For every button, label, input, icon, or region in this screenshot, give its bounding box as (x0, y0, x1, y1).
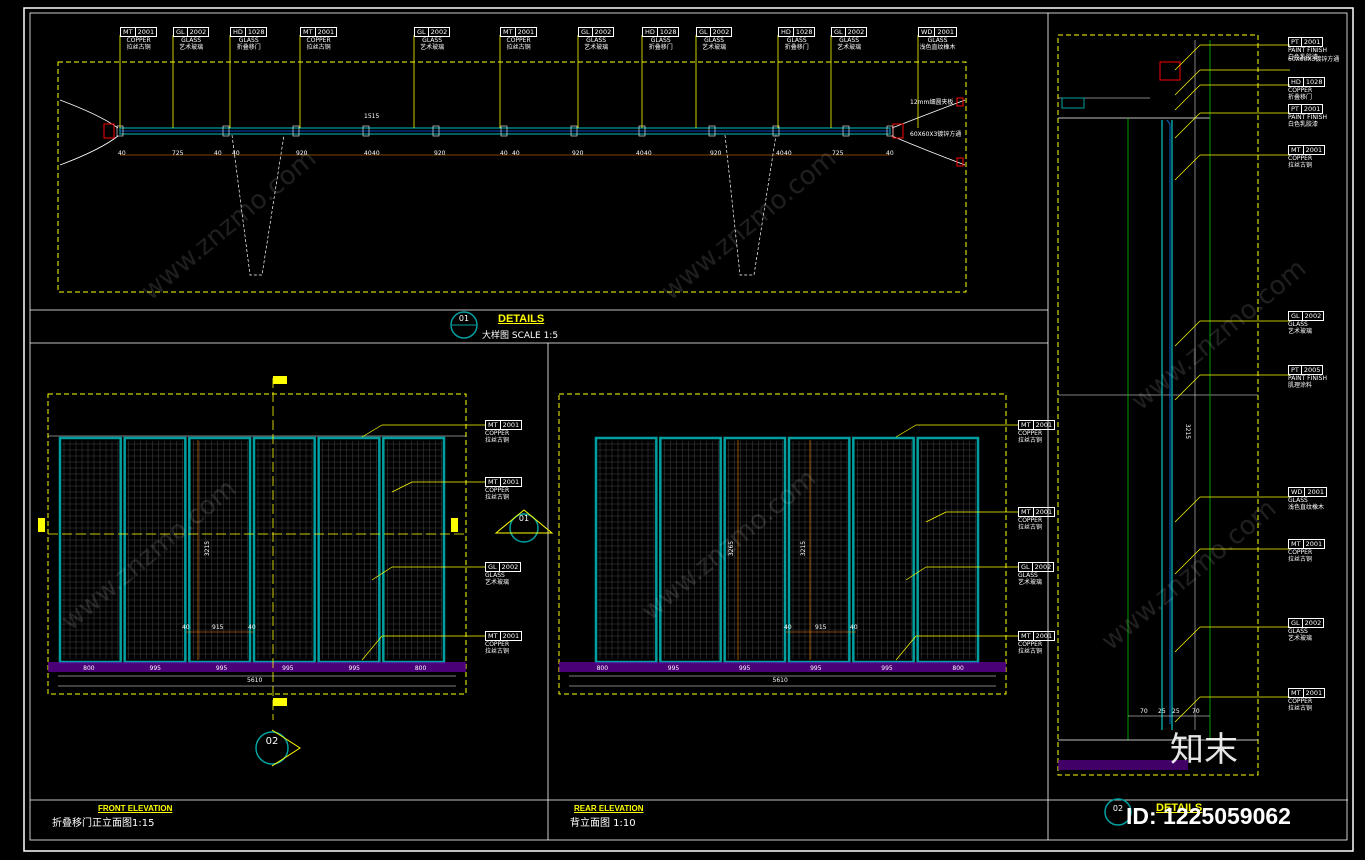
rear-bottom-dim-0: 800 (596, 665, 609, 672)
front-inner-dim-2: 40 (248, 624, 256, 631)
plan-tag-11: WD 2001 GLASS 浅色直纹橡木 (918, 27, 957, 51)
rear-tag-3: MT 2001 COPPER 拉丝古铜 (1018, 631, 1056, 655)
front-bottom-dim-2: 995 (215, 665, 228, 672)
plan-tag-0: MT 2001 COPPER 拉丝古铜 (120, 27, 158, 51)
section-tag-9: GL 2002 GLASS 艺术玻璃 (1288, 618, 1325, 642)
plan-tag-3: MT 2001 COPPER 拉丝古铜 (300, 27, 338, 51)
rear-tag-2: GL 2002 GLASS 艺术玻璃 (1018, 562, 1055, 586)
plan-dim-13: 920 (710, 150, 722, 157)
plan-title-cn: 大样图 SCALE 1:5 (482, 331, 559, 341)
plan-dim-0: 40 (118, 150, 126, 157)
section-tag-1: 60X60X3镀锌方通 (1288, 56, 1340, 63)
plan-dim-7: 920 (434, 150, 446, 157)
rear-bottom-dim-5: 800 (952, 665, 964, 672)
plan-tag-4: GL 2002 GLASS 艺术玻璃 (414, 27, 451, 51)
section-bottom-dim-3: 70 (1192, 708, 1200, 715)
plan-tag-7: HD 1028 GLASS 折叠移门 (642, 27, 680, 51)
rear-title-cn: 背立面图 1:10 (570, 818, 636, 829)
rear-tag-1: MT 2001 COPPER 拉丝古铜 (1018, 507, 1056, 531)
plan-dim-1: 725 (172, 150, 184, 157)
plan-callout-number: 01 (458, 314, 470, 323)
rear-inner-dim-2: 40 (850, 624, 858, 631)
plan-dim-10: 920 (572, 150, 584, 157)
plan-dim-9: 40 (512, 150, 520, 157)
plan-dim-12: 40 (644, 150, 652, 157)
front-bottom-dim-5: 800 (414, 665, 427, 672)
brand-logo: 知末 (1170, 730, 1238, 770)
plan-dim-11: 40 (636, 150, 644, 157)
front-title-cn: 折叠移门正立面图1:15 (52, 818, 155, 829)
plan-tag-5: MT 2001 COPPER 拉丝古铜 (500, 27, 538, 51)
front-tag-3: MT 2001 COPPER 拉丝古铜 (485, 631, 523, 655)
section-height-dim: 3215 (1184, 423, 1192, 440)
section-tag-8: MT 2001 COPPER 拉丝古铜 (1288, 539, 1326, 563)
plan-dim-2: 40 (214, 150, 222, 157)
plan-dim-15: 40 (784, 150, 792, 157)
front-inner-dim-0: 40 (182, 624, 190, 631)
rear-bottom-dim-2: 995 (738, 665, 751, 672)
front-tag-1: MT 2001 COPPER 拉丝古铜 (485, 477, 523, 501)
front-callout-number: 02 (265, 736, 279, 747)
front-tag-0: MT 2001 COPPER 拉丝古铜 (485, 420, 523, 444)
front-bottom-dim-3: 995 (282, 665, 294, 672)
cad-drawing-sheet: MT 2001 COPPER 拉丝古铜 GL 2002 GLASS 艺术玻璃 HD 1028 GLA… (0, 0, 1365, 856)
plan-tag-9: HD 1028 GLASS 折叠移门 (778, 27, 816, 51)
rear-bottom-dim-1: 995 (667, 665, 680, 672)
plan-tag-2: HD 1028 GLASS 折叠移门 (230, 27, 268, 51)
section-tag-5: GL 2002 GLASS 艺术玻璃 (1288, 311, 1325, 335)
image-id: ID: 1225059062 (1126, 803, 1291, 829)
plan-tag-8: GL 2002 GLASS 艺术玻璃 (696, 27, 733, 51)
rear-bottom-dim-3: 995 (810, 665, 822, 672)
plan-dim-5: 40 (364, 150, 372, 157)
front-bottom-dim-0: 800 (83, 665, 95, 672)
plan-dim-14: 40 (776, 150, 784, 157)
section-bottom-dim-2: 25 (1172, 708, 1180, 715)
front-total-dim: 5610 (247, 677, 263, 684)
front-bottom-dim-4: 995 (348, 665, 360, 672)
front-inner-dim-1: 915 (212, 624, 224, 631)
rear-inner-dim-1: 915 (815, 624, 827, 631)
section-panel (1057, 34, 1259, 826)
plan-note-1: 12mm细圆夹板 (910, 99, 954, 106)
plan-note-2: 60X60X3镀锌方通 (910, 131, 962, 138)
rear-inner-dim-0: 40 (784, 624, 792, 631)
plan-tag-6: GL 2002 GLASS 艺术玻璃 (578, 27, 615, 51)
drawing-canvas (23, 7, 1354, 852)
rear-elevation (558, 393, 1007, 695)
section-bottom-dim-1: 25 (1158, 708, 1166, 715)
section-tag-4: MT 2001 COPPER 拉丝古铜 (1288, 145, 1326, 169)
plan-tag-10: GL 2002 GLASS 艺术玻璃 (831, 27, 868, 51)
section-tag-2: HD 1028 COPPER 折叠移门 (1288, 77, 1326, 101)
front-section-callout: 01 (518, 514, 530, 523)
front-title-en: FRONT ELEVATION (98, 804, 173, 813)
plan-small-dim: 1515 (364, 113, 380, 120)
plan-dim-3: 40 (232, 150, 240, 157)
rear-bottom-dim-4: 995 (881, 665, 893, 672)
section-tag-3: PT 2001 PAINT FINISH 白色乳胶漆 (1288, 104, 1327, 128)
rear-height-dim-2: 3215 (800, 540, 808, 557)
section-tag-7: WD 2001 GLASS 浅色直纹橡木 (1288, 487, 1327, 511)
rear-tag-0: MT 2001 COPPER 拉丝古铜 (1018, 420, 1056, 444)
section-bottom-dim-0: 70 (1140, 708, 1148, 715)
plan-dim-6: 40 (372, 150, 380, 157)
plan-dim-17: 40 (886, 150, 894, 157)
section-tag-10: MT 2001 COPPER 拉丝古铜 (1288, 688, 1326, 712)
plan-tag-1: GL 2002 GLASS 艺术玻璃 (173, 27, 210, 51)
rear-total-dim: 5610 (772, 677, 788, 684)
section-tag-6: PT 2005 PAINT FINISH 肌理涂料 (1288, 365, 1327, 389)
front-tag-2: GL 2002 GLASS 艺术玻璃 (485, 562, 522, 586)
front-bottom-dim-1: 995 (149, 665, 161, 672)
plan-title-en: DETAILS (498, 313, 545, 325)
rear-title-en: REAR ELEVATION (574, 804, 644, 813)
plan-dim-8: 40 (500, 150, 508, 157)
front-height-dim: 3215 (204, 540, 212, 557)
